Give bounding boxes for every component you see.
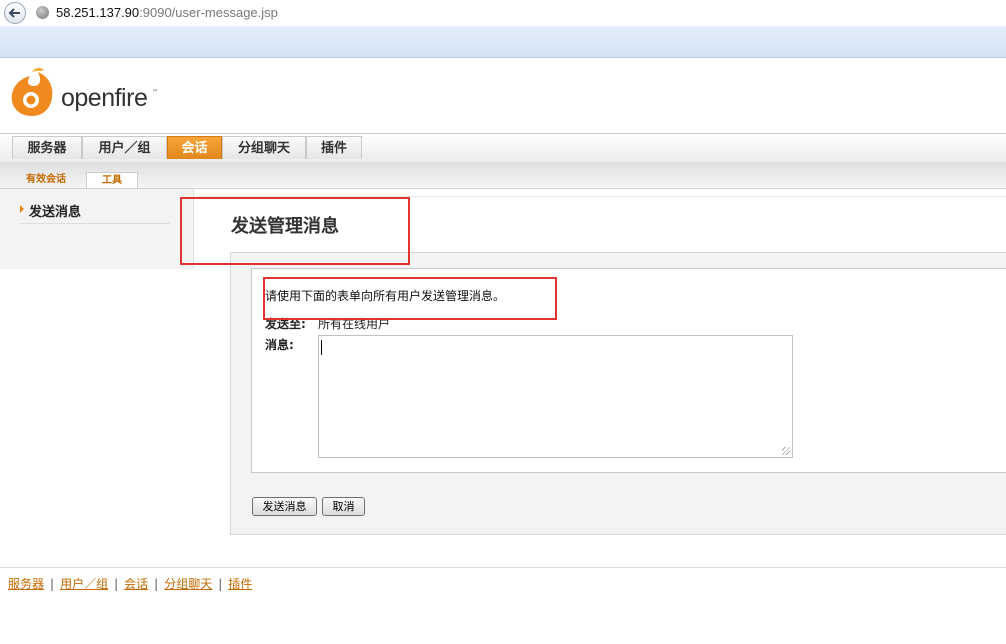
back-arrow-icon xyxy=(8,8,20,18)
address-bar[interactable]: 58.251.137.90:9090/user-message.jsp xyxy=(0,0,1006,27)
footer-link-server[interactable]: 服务器 xyxy=(8,577,44,591)
url-host: 58.251.137.90 xyxy=(56,5,140,20)
footer-separator: | xyxy=(154,577,159,591)
footer-link-users-groups[interactable]: 用户／组 xyxy=(60,577,108,591)
globe-icon xyxy=(36,6,49,19)
send-message-button[interactable]: 发送消息 xyxy=(252,497,317,516)
tab-plugins[interactable]: 插件 xyxy=(306,136,362,159)
subtab-active-sessions[interactable]: 有效会话 xyxy=(26,172,66,188)
logo-trademark: ™ xyxy=(152,89,158,96)
tab-group-chat[interactable]: 分组聊天 xyxy=(222,136,306,159)
footer-separator: | xyxy=(50,577,55,591)
back-button[interactable] xyxy=(4,2,26,24)
message-label: 消息: xyxy=(265,338,294,352)
annotation-box-title xyxy=(180,197,410,265)
url-path: :9090/user-message.jsp xyxy=(139,5,278,20)
footer-link-sessions[interactable]: 会话 xyxy=(124,577,148,591)
url-text[interactable]: 58.251.137.90:9090/user-message.jsp xyxy=(56,5,278,20)
footer-link-plugins[interactable]: 插件 xyxy=(228,577,252,591)
openfire-logo-icon xyxy=(11,67,53,116)
footer-separator: | xyxy=(114,577,119,591)
sidebar-item-send-message[interactable]: 发送消息 xyxy=(20,201,170,224)
tab-sessions[interactable]: 会话 xyxy=(167,136,222,159)
text-caret xyxy=(321,340,322,355)
message-textarea[interactable] xyxy=(318,335,793,458)
annotation-box-intro xyxy=(263,277,557,320)
arrow-right-icon xyxy=(20,205,24,213)
sidebar: 发送消息 xyxy=(0,189,194,269)
cancel-button[interactable]: 取消 xyxy=(322,497,365,516)
sidebar-item-label: 发送消息 xyxy=(29,205,82,220)
tab-server[interactable]: 服务器 xyxy=(12,136,82,159)
footer-nav: 服务器 | 用户／组 | 会话 | 分组聊天 | 插件 xyxy=(8,575,252,592)
logo-text: openfire xyxy=(61,84,148,112)
bookmarks-bar xyxy=(0,26,1006,58)
tab-users-groups[interactable]: 用户／组 xyxy=(82,136,167,159)
footer-separator: | xyxy=(218,577,223,591)
footer-divider xyxy=(0,567,1006,568)
main-nav: 服务器 用户／组 会话 分组聊天 插件 xyxy=(0,133,1006,163)
subtab-tools[interactable]: 工具 xyxy=(86,172,138,188)
resize-grip-icon[interactable] xyxy=(782,447,790,455)
sub-nav: 有效会话 工具 xyxy=(0,162,1006,189)
footer-link-group-chat[interactable]: 分组聊天 xyxy=(164,577,212,591)
